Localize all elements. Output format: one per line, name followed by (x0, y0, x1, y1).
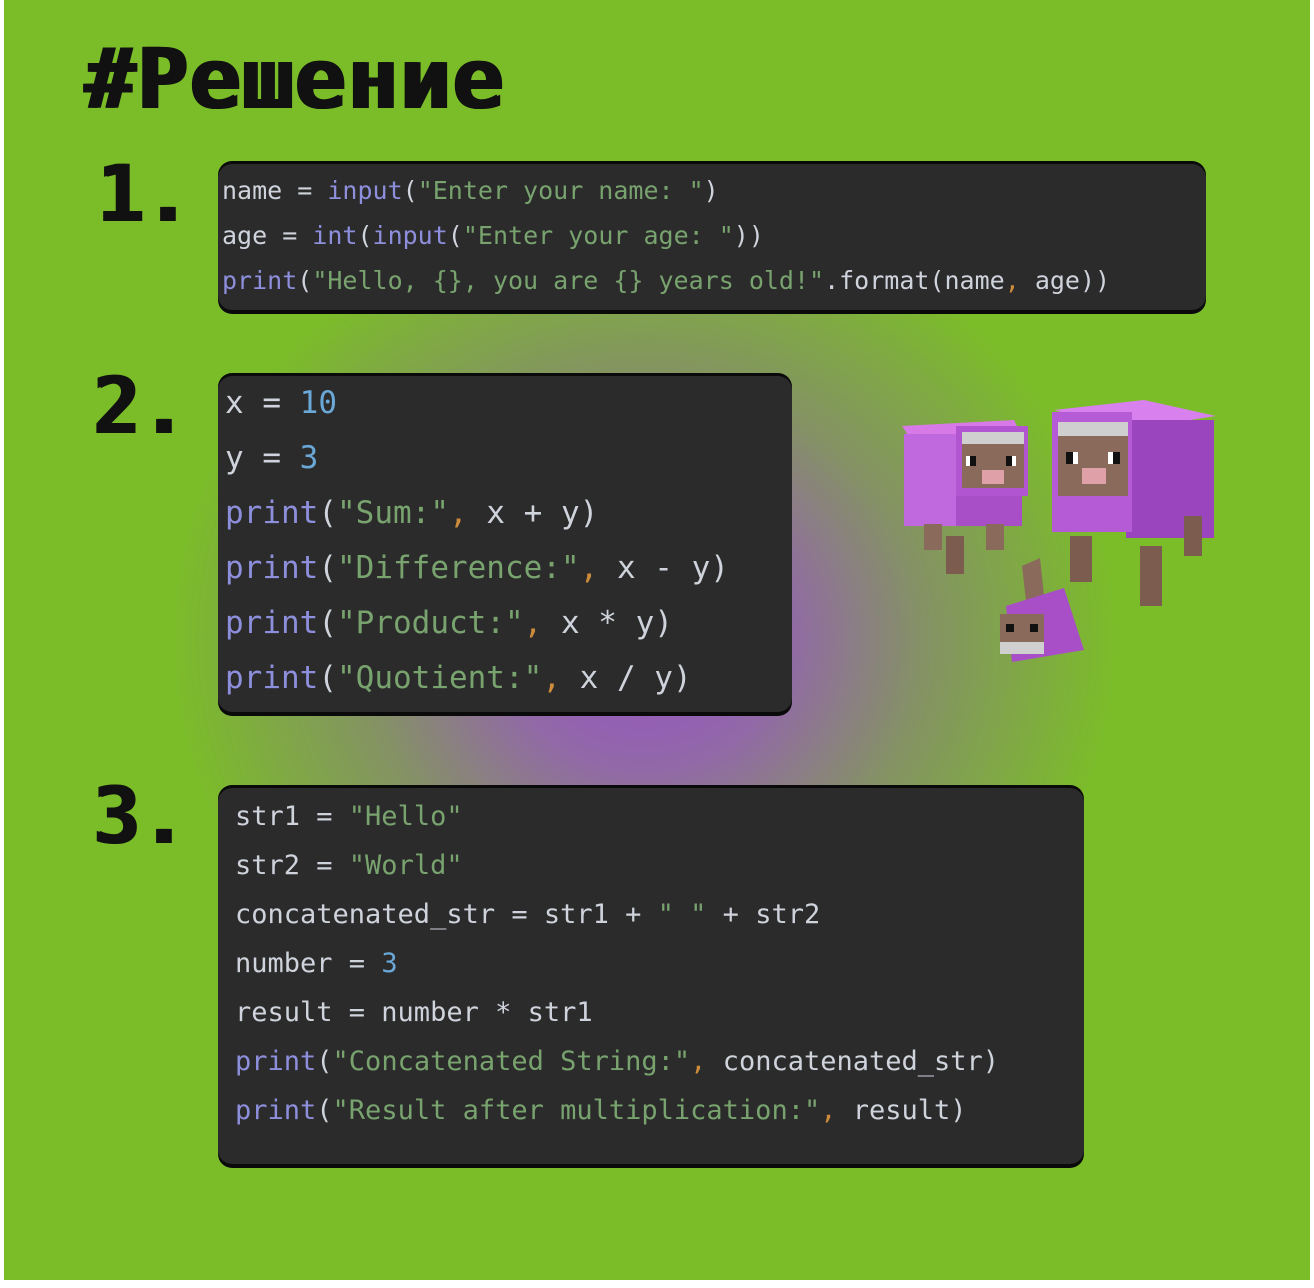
page-title: #Решение (84, 30, 505, 128)
code-token: ( (297, 266, 313, 295)
code-token: 3 (381, 948, 398, 979)
code-token: , (579, 550, 617, 586)
code-token: "Enter your age: " (462, 221, 734, 250)
code-block-2: x = 10 y = 3 print("Sum:", x + y) print("Di… (218, 376, 792, 712)
code-token: ( (318, 495, 337, 531)
code-token: "Enter your name: " (417, 176, 704, 205)
code-token: 10 (299, 385, 337, 421)
code-line: age = int(input("Enter your age: ")) (218, 213, 1206, 258)
code-line: str2 = "World" (218, 841, 1084, 890)
code-token: x + y) (486, 495, 599, 531)
code-token: str2 = (235, 850, 349, 881)
code-line: print("Concatenated String:", concatenat… (218, 1037, 1084, 1086)
code-token: name = (222, 176, 328, 205)
code-line: print("Result after multiplication:", re… (218, 1086, 1084, 1135)
code-token: ) (703, 176, 719, 205)
code-token: ( (318, 660, 337, 696)
code-token: , (690, 1046, 723, 1077)
sheep-right (1052, 400, 1216, 606)
code-token: ( (357, 221, 373, 250)
code-token: print (225, 605, 319, 641)
code-token: , (1004, 266, 1035, 295)
code-token: "Product:" (337, 605, 524, 641)
code-line: str1 = "Hello" (218, 792, 1084, 841)
code-token: "Hello" (348, 801, 463, 832)
code-token: number = (235, 948, 382, 979)
code-token: print (225, 550, 319, 586)
code-line: print("Quotient:", x / y) (218, 651, 792, 706)
code-token: input (372, 221, 448, 250)
code-token: ( (318, 550, 337, 586)
code-token: , (523, 605, 561, 641)
code-token: , (820, 1095, 853, 1126)
code-line: print("Product:", x * y) (218, 596, 792, 651)
code-token: x * y) (560, 605, 673, 641)
code-token: "World" (348, 850, 463, 881)
code-token: age)) (1034, 266, 1111, 295)
code-token: result) (852, 1095, 967, 1126)
code-token: , (448, 495, 487, 531)
code-token: "Result after multiplication:" (332, 1095, 821, 1126)
code-token: "Difference:" (337, 550, 580, 586)
code-token: age = (222, 221, 313, 250)
code-token: x / y) (579, 660, 692, 696)
code-token: ( (316, 1046, 333, 1077)
code-token: )) (733, 221, 764, 250)
code-token: y = (225, 440, 300, 476)
code-token: , (542, 660, 580, 696)
code-token: "Sum:" (337, 495, 449, 531)
sheep-left (902, 420, 1028, 574)
step-number-2: 2. (92, 362, 186, 452)
code-line: print("Hello, {}, you are {} years old!"… (218, 258, 1206, 303)
code-line: print("Difference:", x - y) (218, 541, 792, 596)
code-token: "Quotient:" (337, 660, 543, 696)
code-line: concatenated_str = str1 + " " + str2 (218, 890, 1084, 939)
code-token: + str2 (706, 899, 821, 930)
code-token: .format(name (824, 266, 1005, 295)
code-line: name = input("Enter your name: ") (218, 168, 1206, 213)
code-token: str1 = (235, 801, 349, 832)
code-token: x - y) (616, 550, 729, 586)
code-line: y = 3 (218, 431, 792, 486)
code-token: result = number * str1 (235, 997, 593, 1028)
step-number-1: 1. (96, 150, 190, 240)
code-token: "Concatenated String:" (332, 1046, 691, 1077)
code-token: print (225, 660, 319, 696)
code-token: ( (318, 605, 337, 641)
code-token: ( (402, 176, 418, 205)
code-line: result = number * str1 (218, 988, 1084, 1037)
code-token: " " (657, 899, 707, 930)
code-token: print (225, 495, 319, 531)
code-token: "Hello, {}, you are {} years old!" (312, 266, 825, 295)
code-token: concatenated_str = str1 + (235, 899, 658, 930)
code-token: print (235, 1095, 317, 1126)
code-token: print (222, 266, 298, 295)
code-token: x = (225, 385, 300, 421)
code-token: concatenated_str) (722, 1046, 1000, 1077)
code-block-1: name = input("Enter your name: ") age = i… (218, 164, 1206, 310)
code-token: int (312, 221, 358, 250)
code-line: x = 10 (218, 376, 792, 431)
code-line: number = 3 (218, 939, 1084, 988)
poster-background: #Решение 1. name = input("Enter your nam… (4, 0, 1310, 1280)
code-token: input (327, 176, 403, 205)
code-token: 3 (299, 440, 319, 476)
sheep-illustration (902, 400, 1216, 662)
code-token: print (235, 1046, 317, 1077)
code-line: print("Sum:", x + y) (218, 486, 792, 541)
code-token: ( (447, 221, 463, 250)
step-number-3: 3. (92, 772, 186, 862)
code-block-3: str1 = "Hello" str2 = "World" concatenated… (218, 788, 1084, 1164)
code-token: ( (316, 1095, 333, 1126)
